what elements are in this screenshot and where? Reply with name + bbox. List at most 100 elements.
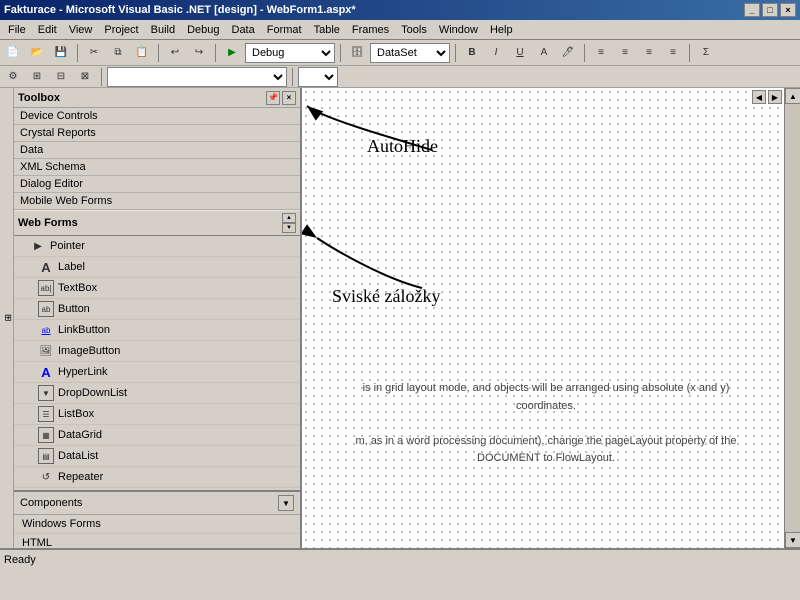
separator-7	[689, 44, 690, 62]
toolbox-category-xml-schema[interactable]: XML Schema	[14, 159, 300, 176]
menu-format[interactable]: Format	[261, 22, 308, 38]
menu-frames[interactable]: Frames	[346, 22, 395, 38]
repeater-icon: ↺	[38, 469, 54, 485]
toolbox-title: Toolbox	[18, 92, 60, 104]
tb-bold[interactable]: B	[461, 43, 483, 63]
toolbox-item-textbox[interactable]: ab| TextBox	[14, 278, 300, 299]
bottom-item-windows-forms[interactable]: Windows Forms	[14, 515, 300, 534]
webforms-scroll-down[interactable]: ▼	[282, 223, 296, 233]
menu-data[interactable]: Data	[226, 22, 261, 38]
side-strip-text: ⊞	[3, 314, 13, 322]
tb-run[interactable]: ▶	[221, 43, 243, 63]
toolbox-item-repeater[interactable]: ↺ Repeater	[14, 467, 300, 488]
tab-prev-button[interactable]: ◀	[752, 90, 766, 104]
toolbox-item-pointer[interactable]: ▶ Pointer	[14, 236, 300, 257]
tb-redo[interactable]: ↪	[188, 43, 210, 63]
menu-help[interactable]: Help	[484, 22, 519, 38]
autohide-text: AutoHide	[367, 136, 438, 156]
bottom-item-html[interactable]: HTML	[14, 534, 300, 548]
tb-color[interactable]: A	[533, 43, 555, 63]
design-wrapper: ◀ ▶ AutoHide Sviské záložky	[302, 88, 800, 548]
webforms-section-header[interactable]: Web Forms ▲ ▼	[14, 210, 300, 236]
dataset-combo[interactable]: DataSet	[370, 43, 450, 63]
sep-tb2-1	[101, 68, 102, 86]
components-dropdown-arrow[interactable]: ▼	[278, 495, 294, 511]
menu-window[interactable]: Window	[433, 22, 484, 38]
tb-copy[interactable]: ⧉	[107, 43, 129, 63]
webforms-scroll-up[interactable]: ▲	[282, 213, 296, 223]
toolbox-category-dialog-editor[interactable]: Dialog Editor	[14, 176, 300, 193]
design-info-line3: m, as in a word processing document), ch…	[312, 433, 780, 451]
toolbox-item-button[interactable]: ab Button	[14, 299, 300, 320]
toolbox-list: Device Controls Crystal Reports Data XML…	[14, 108, 300, 548]
tb-align-right[interactable]: ≡	[638, 43, 660, 63]
toolbox-item-linkbutton[interactable]: ab LinkButton	[14, 320, 300, 341]
menu-build[interactable]: Build	[145, 22, 181, 38]
hyperlink-icon: A	[38, 364, 54, 380]
close-button[interactable]: ×	[780, 3, 796, 17]
tab-next-button[interactable]: ▶	[768, 90, 782, 104]
toolbox-item-dropdownlist[interactable]: ▼ DropDownList	[14, 383, 300, 404]
components-label: Components	[20, 497, 82, 509]
menu-project[interactable]: Project	[98, 22, 144, 38]
menu-edit[interactable]: Edit	[32, 22, 63, 38]
tb2-btn1[interactable]: ⚙	[2, 67, 24, 87]
tb-align-left[interactable]: ≡	[590, 43, 612, 63]
imagebutton-icon: 🖼	[38, 343, 54, 359]
separator-1	[77, 44, 78, 62]
menu-file[interactable]: File	[2, 22, 32, 38]
tb-paste[interactable]: 📋	[131, 43, 153, 63]
tb-align-justify[interactable]: ≡	[662, 43, 684, 63]
toolbox-item-datagrid[interactable]: ▦ DataGrid	[14, 425, 300, 446]
scroll-down-button[interactable]: ▼	[785, 532, 800, 548]
tb-align-center[interactable]: ≡	[614, 43, 636, 63]
toolbox-category-crystal-reports[interactable]: Crystal Reports	[14, 125, 300, 142]
tb-undo[interactable]: ↩	[164, 43, 186, 63]
separator-3	[215, 44, 216, 62]
toolbox-panel: Toolbox 📌 × Device Controls Crystal Repo…	[14, 88, 302, 548]
menu-view[interactable]: View	[63, 22, 99, 38]
toolbox-item-hyperlink[interactable]: A HyperLink	[14, 362, 300, 383]
scroll-up-button[interactable]: ▲	[785, 88, 800, 104]
toolbar-row-2: ⚙ ⊞ ⊟ ⊠	[0, 66, 800, 88]
menu-debug[interactable]: Debug	[181, 22, 225, 38]
toolbox-close-button[interactable]: ×	[282, 91, 296, 105]
tb2-btn3[interactable]: ⊟	[50, 67, 72, 87]
menu-tools[interactable]: Tools	[395, 22, 433, 38]
separator-2	[158, 44, 159, 62]
menu-table[interactable]: Table	[308, 22, 346, 38]
tb-underline[interactable]: U	[509, 43, 531, 63]
tb-new[interactable]: 📄	[2, 43, 24, 63]
tb-cut[interactable]: ✂	[83, 43, 105, 63]
design-info-line1: is in grid layout mode, and objects will…	[312, 380, 780, 398]
tb-sigma[interactable]: Σ	[695, 43, 717, 63]
maximize-button[interactable]: □	[762, 3, 778, 17]
toolbox-pin-button[interactable]: 📌	[266, 91, 280, 105]
webforms-label: Web Forms	[18, 217, 78, 229]
toolbox-category-device-controls[interactable]: Device Controls	[14, 108, 300, 125]
font-combo[interactable]	[107, 67, 287, 87]
toolbox-item-label[interactable]: A Label	[14, 257, 300, 278]
design-area[interactable]: AutoHide Sviské záložky	[302, 88, 800, 548]
toolbox-category-data[interactable]: Data	[14, 142, 300, 159]
pointer-label: Pointer	[50, 240, 85, 252]
tb2-btn2[interactable]: ⊞	[26, 67, 48, 87]
datalist-icon: ▤	[38, 448, 54, 464]
linkbutton-icon: ab	[38, 322, 54, 338]
tb-save[interactable]: 💾	[50, 43, 72, 63]
tb-italic[interactable]: I	[485, 43, 507, 63]
toolbox-category-mobile-web-forms[interactable]: Mobile Web Forms	[14, 193, 300, 210]
fontsize-combo[interactable]	[298, 67, 338, 87]
side-strip[interactable]: ⊞	[0, 88, 14, 548]
tb-highlight[interactable]: 🖊	[557, 43, 579, 63]
toolbox-item-datalist[interactable]: ▤ DataList	[14, 446, 300, 467]
tb-database[interactable]: 🗄	[346, 43, 368, 63]
toolbox-item-listbox[interactable]: ☰ ListBox	[14, 404, 300, 425]
debug-combo[interactable]: Debug	[245, 43, 335, 63]
toolbox-item-imagebutton[interactable]: 🖼 ImageButton	[14, 341, 300, 362]
tb-open[interactable]: 📂	[26, 43, 48, 63]
components-header[interactable]: Components ▼	[14, 490, 300, 515]
design-info-line4: DOCUMENT to FlowLayout.	[312, 450, 780, 468]
minimize-button[interactable]: _	[744, 3, 760, 17]
tb2-btn4[interactable]: ⊠	[74, 67, 96, 87]
